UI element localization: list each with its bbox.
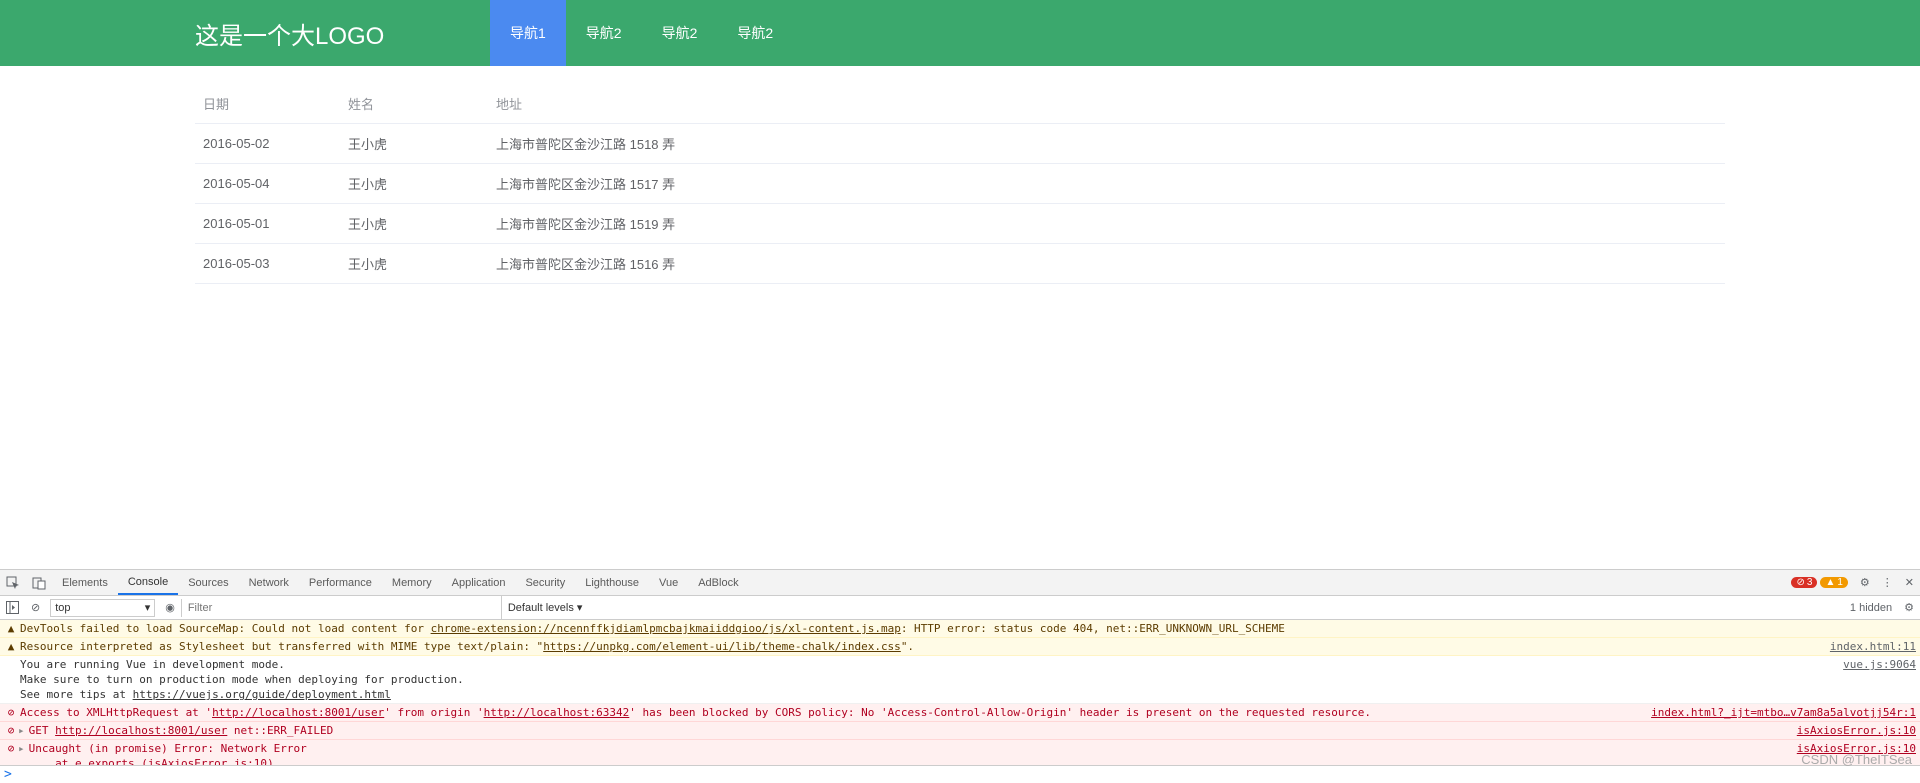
log-link[interactable]: http://localhost:8001/user [55, 724, 227, 737]
devtools-tab-lighthouse[interactable]: Lighthouse [575, 570, 649, 595]
log-levels-select[interactable]: Default levels ▾ [501, 596, 589, 619]
devtools-tab-security[interactable]: Security [515, 570, 575, 595]
devtools-panel: ElementsConsoleSourcesNetworkPerformance… [0, 569, 1920, 765]
filter-input[interactable] [181, 599, 501, 617]
table-header: 地址 [488, 84, 1725, 124]
log-line: ▲Resource interpreted as Stylesheet but … [0, 638, 1920, 656]
log-link[interactable]: https://unpkg.com/element-ui/lib/theme-c… [543, 640, 901, 653]
log-body: Uncaught (in promise) Error: Network Err… [27, 741, 1777, 765]
log-body: You are running Vue in development mode.… [18, 657, 1823, 702]
table-cell: 上海市普陀区金沙江路 1516 弄 [488, 244, 1725, 284]
log-line: You are running Vue in development mode.… [0, 656, 1920, 704]
log-level-icon: ▲ [4, 621, 18, 636]
table-cell: 上海市普陀区金沙江路 1517 弄 [488, 164, 1725, 204]
log-body: Access to XMLHttpRequest at 'http://loca… [18, 705, 1631, 720]
log-link[interactable]: http://localhost:8001/user [212, 706, 384, 719]
devtools-tab-performance[interactable]: Performance [299, 570, 382, 595]
context-select[interactable]: top▾ [50, 599, 155, 617]
devtools-tab-console[interactable]: Console [118, 570, 178, 595]
log-source-link[interactable]: vue.js:9064 [1823, 657, 1916, 702]
expand-arrow-icon[interactable]: ▸ [18, 741, 25, 765]
log-source-link[interactable]: isAxiosError.js:10 [1777, 723, 1916, 738]
table-row: 2016-05-03王小虎上海市普陀区金沙江路 1516 弄 [195, 244, 1725, 284]
devtools-tab-application[interactable]: Application [442, 570, 516, 595]
console-prompt[interactable]: > [0, 765, 1920, 783]
console-log-area[interactable]: ▲DevTools failed to load SourceMap: Coul… [0, 620, 1920, 765]
inspect-icon[interactable] [0, 570, 26, 595]
log-source-link[interactable]: index.html:11 [1810, 639, 1916, 654]
table-row: 2016-05-01王小虎上海市普陀区金沙江路 1519 弄 [195, 204, 1725, 244]
table-header: 姓名 [340, 84, 488, 124]
log-link[interactable]: http://localhost:63342 [484, 706, 630, 719]
table-cell: 王小虎 [340, 164, 488, 204]
data-table: 日期姓名地址 2016-05-02王小虎上海市普陀区金沙江路 1518 弄201… [195, 84, 1725, 284]
main-content: 日期姓名地址 2016-05-02王小虎上海市普陀区金沙江路 1518 弄201… [0, 66, 1920, 284]
log-body: DevTools failed to load SourceMap: Could… [18, 621, 1916, 636]
console-settings-icon[interactable]: ⚙ [1898, 601, 1920, 614]
watermark: CSDN @TheITSea [1801, 752, 1912, 767]
nav-bar: 导航1导航2导航2导航2 [490, 0, 793, 66]
table-cell: 2016-05-03 [195, 244, 340, 284]
devtools-tab-adblock[interactable]: AdBlock [688, 570, 748, 595]
devtools-tab-vue[interactable]: Vue [649, 570, 688, 595]
settings-icon[interactable]: ⚙ [1854, 576, 1876, 589]
log-body: Resource interpreted as Stylesheet but t… [18, 639, 1810, 654]
sidebar-toggle-icon[interactable] [0, 601, 25, 614]
devtools-tab-sources[interactable]: Sources [178, 570, 238, 595]
nav-item-0[interactable]: 导航1 [490, 0, 566, 66]
log-line: ⊘Access to XMLHttpRequest at 'http://loc… [0, 704, 1920, 722]
console-filter-bar: ⊘ top▾ ◉ Default levels ▾ 1 hidden ⚙ [0, 596, 1920, 620]
nav-item-2[interactable]: 导航2 [642, 0, 718, 66]
nav-item-1[interactable]: 导航2 [566, 0, 642, 66]
table-cell: 2016-05-04 [195, 164, 340, 204]
table-cell: 2016-05-02 [195, 124, 340, 164]
table-header: 日期 [195, 84, 340, 124]
error-count-badge[interactable]: ⊘ 3 [1791, 577, 1817, 588]
more-icon[interactable]: ⋮ [1876, 576, 1899, 589]
expand-arrow-icon[interactable]: ▸ [18, 723, 25, 738]
table-cell: 王小虎 [340, 204, 488, 244]
table-row: 2016-05-02王小虎上海市普陀区金沙江路 1518 弄 [195, 124, 1725, 164]
table-row: 2016-05-04王小虎上海市普陀区金沙江路 1517 弄 [195, 164, 1725, 204]
log-level-icon: ⊘ [4, 723, 18, 738]
table-cell: 王小虎 [340, 244, 488, 284]
nav-item-3[interactable]: 导航2 [717, 0, 793, 66]
clear-console-icon[interactable]: ⊘ [25, 601, 46, 614]
live-expression-icon[interactable]: ◉ [159, 601, 181, 614]
log-level-icon: ⊘ [4, 741, 18, 765]
table-cell: 2016-05-01 [195, 204, 340, 244]
device-icon[interactable] [26, 570, 52, 595]
devtools-tab-bar: ElementsConsoleSourcesNetworkPerformance… [0, 570, 1920, 596]
devtools-tab-elements[interactable]: Elements [52, 570, 118, 595]
log-link[interactable]: chrome-extension://ncennffkjdiamlpmcbajk… [431, 622, 901, 635]
app-logo: 这是一个大LOGO [0, 0, 490, 66]
table-cell: 王小虎 [340, 124, 488, 164]
log-link[interactable]: isAxiosError.js:10 [148, 757, 267, 765]
log-level-icon [4, 657, 18, 702]
close-icon[interactable]: ✕ [1899, 576, 1920, 589]
warn-count-badge[interactable]: ▲ 1 [1820, 577, 1847, 588]
log-line: ⊘▸Uncaught (in promise) Error: Network E… [0, 740, 1920, 765]
log-line: ▲DevTools failed to load SourceMap: Coul… [0, 620, 1920, 638]
devtools-tab-network[interactable]: Network [239, 570, 299, 595]
log-link[interactable]: https://vuejs.org/guide/deployment.html [133, 688, 391, 701]
log-source-link[interactable]: index.html?_ijt=mtbo…v7am8a5alvotjj54r:1 [1631, 705, 1916, 720]
table-cell: 上海市普陀区金沙江路 1519 弄 [488, 204, 1725, 244]
log-level-icon: ⊘ [4, 705, 18, 720]
devtools-tab-memory[interactable]: Memory [382, 570, 442, 595]
log-level-icon: ▲ [4, 639, 18, 654]
app-header: 这是一个大LOGO 导航1导航2导航2导航2 [0, 0, 1920, 66]
hidden-count[interactable]: 1 hidden [1850, 602, 1898, 614]
log-body: GET http://localhost:8001/user net::ERR_… [27, 723, 1777, 738]
log-line: ⊘▸GET http://localhost:8001/user net::ER… [0, 722, 1920, 740]
table-cell: 上海市普陀区金沙江路 1518 弄 [488, 124, 1725, 164]
